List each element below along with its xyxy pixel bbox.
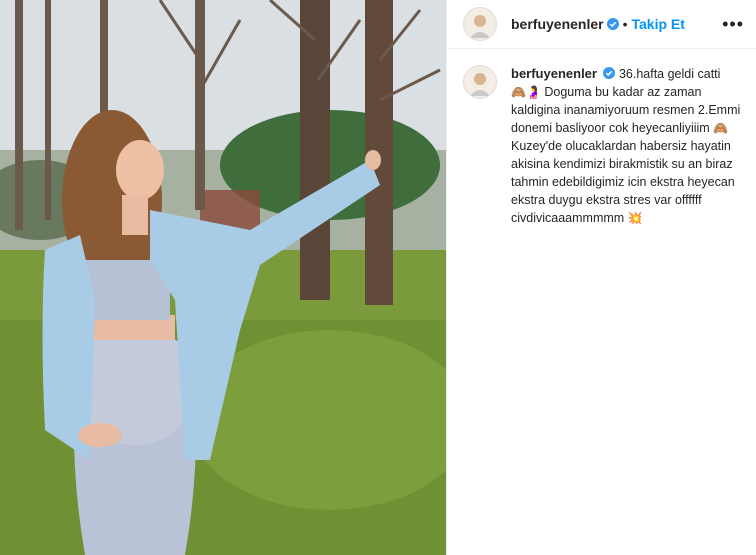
caption-text: berfuyenenler 36.hafta geldi catti 🙈🤰 Do… — [511, 65, 744, 227]
photo-illustration — [0, 0, 446, 555]
monkey-pregnant-emoji: 🙈🤰 — [511, 85, 541, 99]
verified-badge-icon — [606, 18, 619, 30]
more-options-icon[interactable]: ••• — [722, 14, 744, 35]
post-sidebar: berfuyenenler • Takip Et ••• berfuyenenl… — [446, 0, 756, 555]
caption-line-2: Doguma bu kadar az zaman kaldigina inana… — [511, 85, 741, 135]
collision-emoji: 💥 — [627, 211, 643, 225]
caption-avatar-image — [464, 66, 496, 98]
profile-avatar[interactable] — [463, 7, 497, 41]
caption-verified-badge-icon — [603, 67, 616, 79]
caption-line-1: 36.hafta geldi catti — [618, 67, 721, 81]
username[interactable]: berfuyenenler — [511, 16, 604, 32]
monkey-emoji: 🙈 — [713, 121, 729, 135]
post-photo[interactable] — [0, 0, 446, 555]
instagram-post: berfuyenenler • Takip Et ••• berfuyenenl… — [0, 0, 756, 555]
follow-button[interactable]: Takip Et — [632, 16, 685, 32]
separator-dot: • — [622, 16, 628, 32]
post-header: berfuyenenler • Takip Et ••• — [447, 0, 756, 49]
caption-avatar[interactable] — [463, 65, 497, 99]
post-caption: berfuyenenler 36.hafta geldi catti 🙈🤰 Do… — [447, 49, 756, 227]
caption-line-3: Kuzey'de olucaklardan habersiz hayatin a… — [511, 139, 735, 225]
avatar-image — [464, 8, 496, 40]
caption-username[interactable]: berfuyenenler — [511, 66, 597, 81]
